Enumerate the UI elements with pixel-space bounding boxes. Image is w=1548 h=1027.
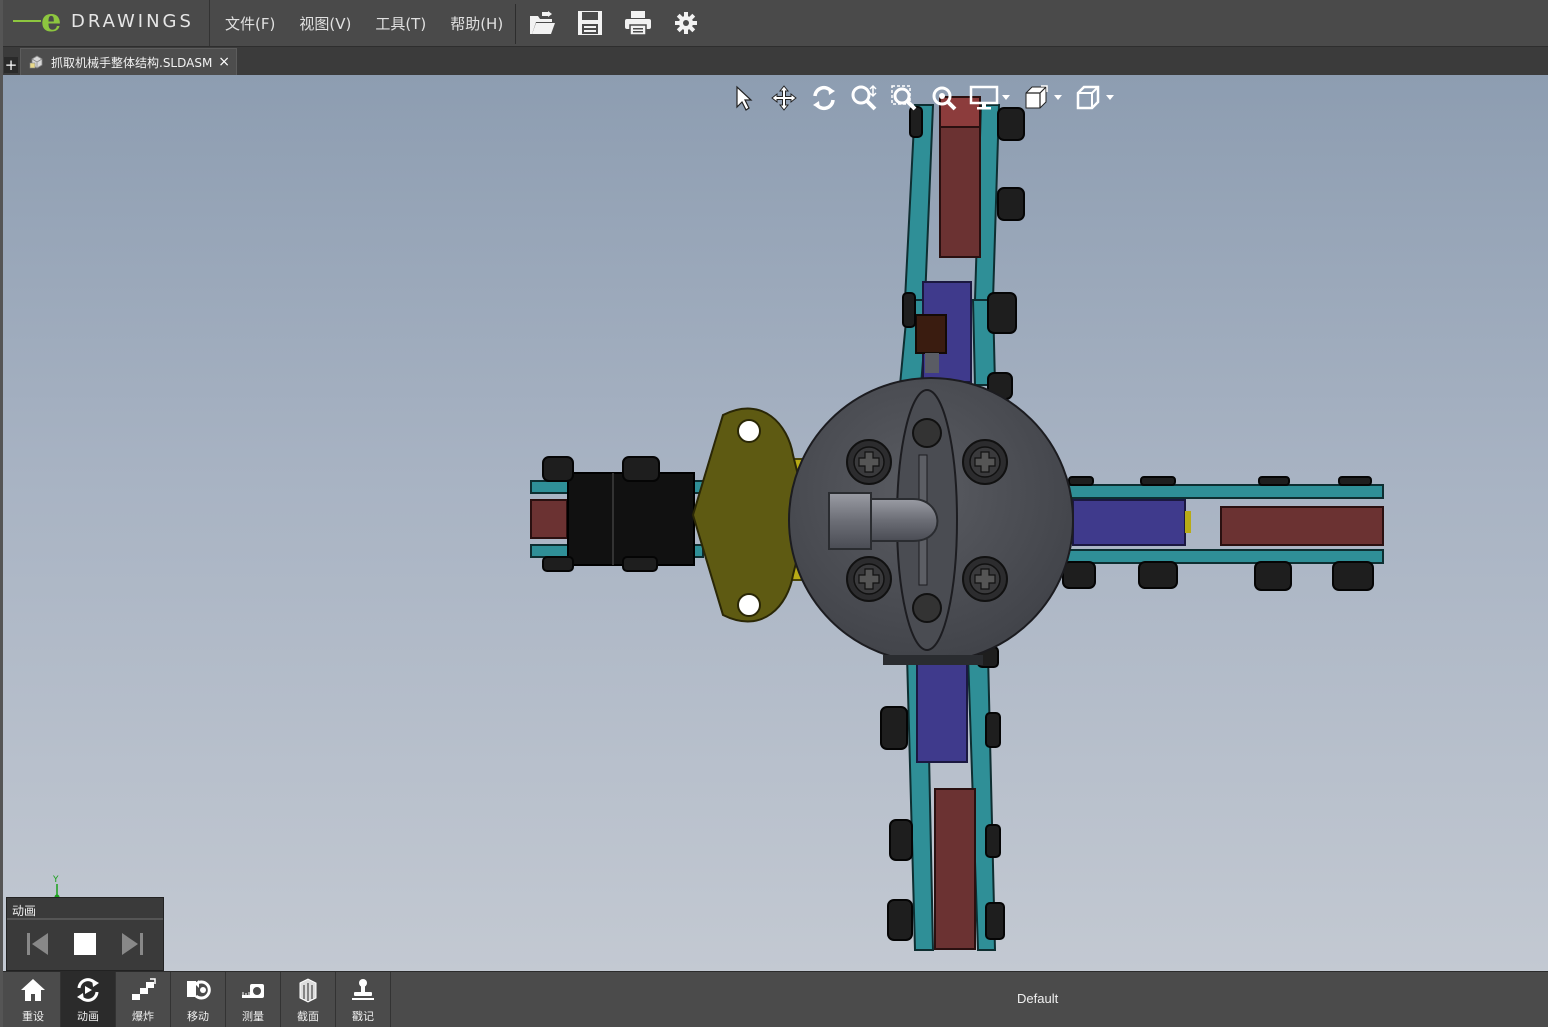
gripper-assembly-model[interactable] (3, 75, 1548, 971)
standard-views-icon (1076, 85, 1100, 110)
zoom-to-fit-icon (932, 86, 957, 111)
stamp-icon (352, 979, 374, 1000)
next-step-button[interactable] (115, 927, 149, 961)
view-orientation-dropdown[interactable] (1053, 83, 1063, 113)
explode-button[interactable]: 爆炸 (116, 972, 171, 1027)
save-button[interactable] (573, 6, 607, 40)
view-orientation-icon (1025, 85, 1048, 109)
skip-forward-icon (121, 933, 143, 955)
main-toolbar (525, 6, 703, 40)
move-icon (187, 980, 211, 1000)
settings-button[interactable] (669, 6, 703, 40)
configuration-name: Default (1017, 991, 1059, 1006)
animate-button[interactable]: 动画 (61, 972, 116, 1027)
chevron-down-icon (1002, 95, 1010, 100)
menubar: e DRAWINGS 文件(F) 视图(V) 工具(T) 帮助(H) (3, 0, 1548, 47)
stamp-label: 戳记 (352, 1010, 374, 1023)
document-tab[interactable]: 抓取机械手整体结构.SLDASM × (20, 48, 237, 75)
reset-label: 重设 (22, 1010, 44, 1023)
rotate-tool-button[interactable] (809, 83, 839, 113)
open-icon (530, 11, 555, 34)
explode-icon (132, 978, 156, 1000)
open-button[interactable] (525, 6, 559, 40)
animation-panel: 动画 (6, 897, 164, 971)
chevron-down-icon (1054, 95, 1062, 100)
section-icon (299, 978, 317, 1003)
section-label: 截面 (297, 1010, 319, 1023)
chevron-down-icon (1106, 95, 1114, 100)
animate-icon (77, 978, 99, 1002)
central-hub (788, 377, 1074, 665)
assembly-icon (29, 55, 43, 69)
menubar-divider (515, 4, 516, 44)
triad-y-label: Y (52, 875, 59, 885)
skip-back-icon (27, 933, 49, 955)
animation-panel-title: 动画 (7, 898, 163, 920)
zoom-to-area-icon (891, 85, 917, 111)
animate-label: 动画 (77, 1010, 99, 1023)
bottom-tool-group: 重设 动画 爆炸 移动 测量 截面 戳记 (6, 972, 391, 1027)
zoom-to-fit-button[interactable] (929, 83, 959, 113)
document-title: 抓取机械手整体结构.SLDASM (51, 55, 213, 70)
menu-list: 文件(F) 视图(V) 工具(T) 帮助(H) (213, 0, 515, 46)
stop-button[interactable] (68, 927, 102, 961)
close-tab-button[interactable]: × (218, 54, 230, 70)
brand-name: DRAWINGS (71, 11, 194, 32)
add-tab-button[interactable]: + (4, 57, 18, 73)
display-style-dropdown[interactable] (1001, 83, 1011, 113)
gear-icon (675, 12, 697, 34)
print-icon (625, 11, 651, 36)
stop-icon (73, 933, 96, 955)
section-button[interactable]: 截面 (281, 972, 336, 1027)
measure-button[interactable]: 测量 (226, 972, 281, 1027)
select-icon (736, 85, 753, 111)
move-button[interactable]: 移动 (171, 972, 226, 1027)
left-motor-assembly (530, 407, 829, 623)
standard-views-button[interactable] (1073, 83, 1103, 113)
heads-up-view-toolbar (729, 83, 1115, 113)
display-style-icon (969, 85, 999, 110)
document-tabbar: + 抓取机械手整体结构.SLDASM × (3, 47, 1548, 75)
home-icon (21, 979, 45, 1001)
move-label: 移动 (187, 1010, 209, 1023)
edrawings-window: e DRAWINGS 文件(F) 视图(V) 工具(T) 帮助(H) + 抓取机… (0, 0, 1548, 1027)
rotate-icon (813, 85, 835, 111)
zoom-to-area-button[interactable] (889, 83, 919, 113)
stamp-button[interactable]: 戳记 (336, 972, 391, 1027)
select-tool-button[interactable] (729, 83, 759, 113)
measure-icon (242, 984, 264, 998)
save-icon (578, 11, 602, 35)
measure-label: 测量 (242, 1010, 264, 1023)
top-arm (898, 96, 1025, 400)
previous-step-button[interactable] (21, 927, 55, 961)
print-button[interactable] (621, 6, 655, 40)
menu-file[interactable]: 文件(F) (213, 13, 287, 34)
bottom-arm (880, 646, 1005, 951)
standard-views-dropdown[interactable] (1105, 83, 1115, 113)
explode-label: 爆炸 (132, 1010, 154, 1023)
3d-viewport[interactable]: Y (3, 75, 1548, 971)
view-orientation-button[interactable] (1021, 83, 1051, 113)
bottom-toolbar: 重设 动画 爆炸 移动 测量 截面 戳记 Default (3, 971, 1548, 1027)
menu-tools[interactable]: 工具(T) (363, 13, 438, 34)
edrawings-logo: e DRAWINGS (5, 0, 210, 46)
pan-tool-button[interactable] (769, 83, 799, 113)
display-style-button[interactable] (969, 83, 999, 113)
zoom-tool-button[interactable] (849, 83, 879, 113)
zoom-icon (851, 84, 877, 111)
menu-view[interactable]: 视图(V) (287, 13, 363, 34)
pan-icon (771, 85, 797, 111)
animation-controls (7, 920, 163, 968)
menu-help[interactable]: 帮助(H) (438, 13, 515, 34)
right-arm (1062, 476, 1384, 591)
reset-button[interactable]: 重设 (6, 972, 61, 1027)
